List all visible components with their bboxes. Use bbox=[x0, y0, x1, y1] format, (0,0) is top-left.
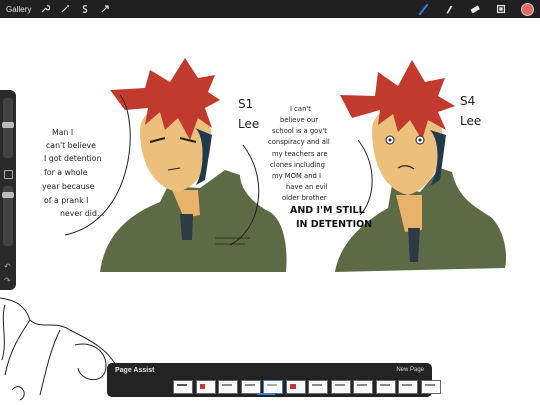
page-thumbnail[interactable] bbox=[240, 380, 261, 394]
drawing-canvas[interactable]: Man I can't believe I got detention for … bbox=[0, 18, 540, 405]
middle-text-line: have an evil bbox=[286, 183, 328, 191]
page-thumbnail[interactable] bbox=[330, 380, 351, 394]
middle-text-line: conspiracy and all bbox=[268, 138, 330, 146]
page-assist-title: Page Assist bbox=[115, 367, 155, 374]
left-text-line: Man I bbox=[52, 128, 73, 137]
redo-icon[interactable]: ↷ bbox=[4, 276, 11, 285]
brush-size-thumb[interactable] bbox=[2, 122, 14, 128]
page-thumbnail[interactable] bbox=[375, 380, 396, 394]
left-sidebar: ↶ ↷ bbox=[0, 90, 16, 290]
shout-line-2: IN DETENTION bbox=[296, 219, 372, 230]
page-thumbnail[interactable] bbox=[353, 380, 373, 394]
eraser-icon[interactable] bbox=[468, 2, 482, 16]
wrench-icon[interactable] bbox=[39, 4, 50, 15]
modify-button[interactable] bbox=[4, 170, 13, 179]
middle-text-line: my teachers are bbox=[272, 150, 328, 158]
page-assist-panel: Page Assist New Page bbox=[107, 363, 441, 397]
opacity-thumb[interactable] bbox=[2, 192, 14, 198]
page-thumbnail[interactable] bbox=[173, 380, 193, 394]
character-s4-drawing bbox=[335, 60, 507, 272]
magic-wand-icon[interactable] bbox=[59, 4, 70, 15]
smudge-icon[interactable] bbox=[442, 2, 456, 16]
color-picker-button[interactable] bbox=[520, 2, 534, 16]
s4-name-text: Lee bbox=[460, 114, 481, 128]
s4-label: S4 Lee bbox=[460, 94, 481, 128]
selection-icon[interactable] bbox=[79, 4, 90, 15]
speech-line-right bbox=[357, 139, 373, 216]
shout-text: AND I'M STILL IN DETENTION bbox=[290, 205, 372, 230]
layers-icon[interactable] bbox=[494, 2, 508, 16]
left-text-line: of a prank I bbox=[44, 196, 88, 205]
middle-text-line: my MOM and I bbox=[272, 172, 321, 180]
selected-page-indicator bbox=[257, 393, 275, 395]
left-text-line: year because bbox=[42, 182, 95, 191]
opacity-slider[interactable] bbox=[2, 186, 14, 246]
right-tool-group bbox=[404, 2, 534, 16]
character-s1-drawing bbox=[100, 58, 287, 272]
shout-line-1: AND I'M STILL bbox=[290, 205, 365, 216]
brush-icon[interactable] bbox=[416, 2, 430, 16]
s1-label-text: S1 bbox=[238, 97, 253, 111]
page-thumbnail[interactable] bbox=[218, 380, 238, 394]
page-thumbnail[interactable] bbox=[398, 380, 418, 394]
left-text-line: never did... bbox=[60, 209, 104, 218]
new-page-button[interactable]: New Page bbox=[396, 367, 424, 373]
page-thumbnail[interactable] bbox=[420, 380, 441, 394]
middle-text-line: clones including bbox=[270, 161, 325, 169]
gallery-button[interactable]: Gallery bbox=[6, 5, 31, 14]
left-text-line: I got detention bbox=[44, 154, 102, 163]
sketch-bottom-left bbox=[0, 297, 119, 401]
transform-icon[interactable] bbox=[99, 4, 110, 15]
middle-text-line: older brother bbox=[282, 194, 327, 202]
left-text-line: for a whole bbox=[44, 168, 88, 177]
s4-label-text: S4 bbox=[460, 94, 475, 108]
page-thumbnail[interactable] bbox=[195, 380, 216, 394]
middle-text-line: school is a gov't bbox=[272, 127, 327, 135]
left-text-line: can't believe bbox=[46, 141, 96, 150]
s1-name-text: Lee bbox=[238, 117, 259, 131]
active-color-swatch bbox=[520, 2, 534, 16]
middle-text-line: I can't bbox=[290, 105, 311, 113]
page-thumbnail[interactable] bbox=[285, 380, 306, 394]
page-thumbnails bbox=[173, 380, 443, 394]
page-thumbnail[interactable] bbox=[308, 380, 328, 394]
left-speech-text: Man I can't believe I got detention for … bbox=[42, 128, 104, 218]
undo-icon[interactable]: ↶ bbox=[4, 262, 11, 271]
middle-speech-text: I can't believe our school is a gov't co… bbox=[268, 105, 330, 202]
s1-label: S1 Lee bbox=[238, 97, 259, 131]
page-thumbnail-selected[interactable] bbox=[263, 380, 283, 394]
brush-size-slider[interactable] bbox=[2, 98, 14, 158]
middle-text-line: believe our bbox=[280, 116, 318, 124]
top-toolbar: Gallery bbox=[0, 0, 540, 18]
